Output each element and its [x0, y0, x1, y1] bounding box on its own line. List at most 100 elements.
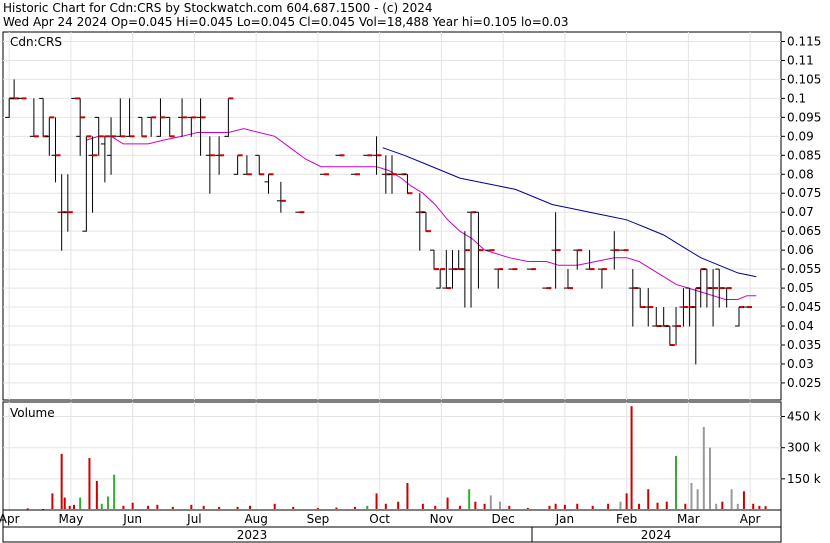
month-label: Apr — [740, 512, 761, 526]
price-tick-label: 0.11 — [787, 53, 814, 67]
price-tick-label: 0.065 — [787, 224, 821, 238]
month-label: Oct — [369, 512, 390, 526]
month-axis-band — [2, 509, 782, 528]
volume-bar — [26, 508, 29, 510]
price-bar — [350, 173, 360, 176]
price-tick-label: 0.025 — [787, 376, 821, 390]
price-tick-label: 0.055 — [787, 262, 821, 276]
volume-bar — [630, 406, 633, 509]
chart-subtitle: Wed Apr 24 2024 Op=0.045 Hi=0.045 Lo=0.0… — [3, 15, 568, 29]
volume-bar — [675, 456, 678, 509]
price-tick-label: 0.06 — [787, 243, 814, 257]
volume-bar — [637, 503, 640, 509]
volume-bar — [384, 503, 387, 509]
volume-bar — [554, 503, 557, 509]
price-tick-label: 0.04 — [787, 319, 814, 333]
volume-bar — [366, 505, 369, 509]
month-label: Nov — [430, 512, 453, 526]
volume-bar — [684, 503, 687, 509]
volume-bar — [131, 502, 134, 509]
price-bar — [485, 249, 495, 252]
price-bar — [743, 306, 753, 309]
volume-bar — [696, 489, 699, 509]
volume-tick-label: 150 k — [787, 472, 821, 486]
volume-bar — [483, 503, 486, 509]
volume-bar — [625, 493, 628, 509]
volume-bar — [79, 497, 82, 509]
price-tick-label: 0.09 — [787, 129, 814, 143]
month-label: Aug — [244, 512, 267, 526]
volume-bar — [619, 501, 622, 509]
month-label: Jul — [186, 512, 201, 526]
year-label-2023: 2023 — [237, 528, 268, 542]
price-bar — [335, 154, 345, 157]
month-label: Mar — [677, 512, 700, 526]
month-label: Dec — [492, 512, 515, 526]
volume-panel — [2, 401, 782, 511]
month-label: Apr — [0, 512, 20, 526]
volume-bar — [218, 506, 221, 509]
price-tick-label: 0.035 — [787, 338, 821, 352]
volume-bar — [730, 489, 733, 509]
volume-tick-label: 450 k — [787, 410, 821, 424]
volume-bar — [708, 447, 711, 509]
price-bar — [295, 211, 305, 214]
volume-bar — [122, 505, 125, 509]
volume-bar — [68, 505, 71, 509]
volume-bar — [715, 503, 718, 509]
volume-bar — [190, 504, 193, 509]
volume-bar — [474, 501, 477, 509]
volume-bar — [656, 502, 659, 509]
volume-bar — [95, 480, 98, 509]
volume-bar — [273, 503, 276, 509]
volume-bar — [563, 504, 566, 509]
price-bar — [71, 97, 81, 100]
month-label: Jun — [122, 512, 142, 526]
volume-bar — [446, 497, 449, 509]
month-label: Sep — [307, 512, 330, 526]
price-tick-label: 0.08 — [787, 167, 814, 181]
volume-bar — [499, 501, 502, 509]
volume-bar — [353, 506, 356, 509]
volume-bar — [742, 491, 745, 509]
volume-bar — [147, 505, 150, 509]
volume-bar — [236, 506, 239, 509]
volume-bar — [63, 497, 66, 509]
volume-bar — [702, 426, 705, 509]
volume-bar — [397, 501, 400, 509]
volume-bar — [202, 505, 205, 509]
volume-bar — [489, 495, 492, 509]
volume-bar — [526, 507, 529, 509]
chart-title: Historic Chart for Cdn:CRS by Stockwatch… — [3, 1, 433, 15]
volume-tick-label: 300 k — [787, 441, 821, 455]
volume-bar — [690, 483, 693, 509]
volume-bar — [375, 493, 378, 509]
volume-bar — [665, 501, 668, 509]
price-tick-label: 0.105 — [787, 72, 821, 86]
price-bar — [542, 287, 552, 290]
price-bar — [363, 154, 373, 157]
price-axis: 0.025 0.03 0.035 0.04 0.045 0.05 0.055 0.06 0.06… — [781, 34, 821, 390]
volume-axis: 150 k 300 k 450 k — [781, 410, 821, 486]
price-tick-label: 0.115 — [787, 34, 821, 48]
volume-bar — [458, 505, 461, 509]
volume-bar — [591, 505, 594, 509]
year-label-2024: 2024 — [641, 528, 672, 542]
price-bar — [17, 97, 27, 100]
price-bar — [320, 173, 330, 176]
price-tick-label: 0.045 — [787, 300, 821, 314]
volume-bar — [576, 503, 579, 509]
volume-bar — [607, 503, 610, 509]
price-bar — [526, 268, 536, 271]
volume-bar — [508, 505, 511, 509]
volume-bar — [248, 505, 251, 509]
volume-bar — [764, 506, 767, 509]
volume-bar — [752, 503, 755, 509]
volume-bar — [60, 453, 63, 509]
month-label: May — [59, 512, 84, 526]
volume-bar — [106, 496, 109, 509]
volume-bar — [73, 504, 76, 509]
month-label: Feb — [616, 512, 637, 526]
price-tick-label: 0.095 — [787, 110, 821, 124]
volume-bar — [721, 501, 724, 509]
